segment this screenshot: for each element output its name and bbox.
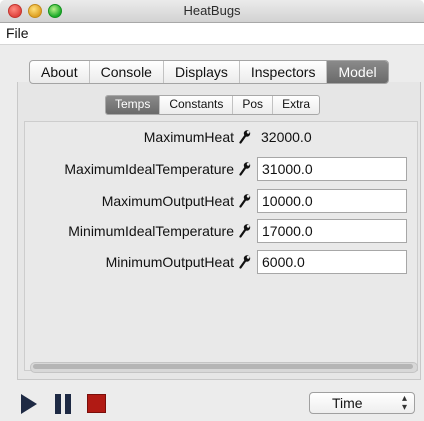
property-input[interactable] bbox=[257, 250, 407, 274]
tab-inspectors[interactable]: Inspectors bbox=[240, 61, 328, 83]
property-row-minimum-ideal-temperature: MinimumIdealTemperature bbox=[0, 219, 424, 245]
wrench-icon[interactable] bbox=[239, 224, 251, 238]
property-value: 32000.0 bbox=[261, 129, 312, 145]
title-bar[interactable]: HeatBugs bbox=[0, 0, 424, 23]
property-row-maximum-ideal-temperature: MaximumIdealTemperature bbox=[0, 157, 424, 183]
main-tabs: About Console Displays Inspectors Model bbox=[29, 60, 389, 84]
property-input[interactable] bbox=[257, 219, 407, 243]
sub-tabs: Temps Constants Pos Extra bbox=[105, 95, 321, 115]
property-label: MaximumHeat bbox=[143, 129, 234, 145]
tab-about[interactable]: About bbox=[30, 61, 90, 83]
property-label: MaximumIdealTemperature bbox=[64, 161, 234, 177]
menu-file[interactable]: File bbox=[6, 25, 29, 41]
window-title: HeatBugs bbox=[183, 3, 241, 18]
wrench-icon[interactable] bbox=[239, 255, 251, 269]
tab-console[interactable]: Console bbox=[90, 61, 164, 83]
heatbugs-window: HeatBugs File About Console Displays Ins… bbox=[0, 0, 424, 421]
subtab-pos[interactable]: Pos bbox=[233, 96, 274, 114]
wrench-icon[interactable] bbox=[239, 130, 251, 144]
wrench-icon[interactable] bbox=[239, 194, 251, 208]
property-input[interactable] bbox=[257, 189, 407, 213]
pause-icon[interactable] bbox=[55, 394, 71, 414]
property-row-maximum-output-heat: MaximumOutputHeat bbox=[0, 189, 424, 215]
tab-model[interactable]: Model bbox=[327, 61, 388, 83]
updown-arrows-icon: ▴ ▾ bbox=[401, 393, 407, 413]
property-input[interactable] bbox=[257, 157, 407, 181]
horizontal-scrollbar[interactable] bbox=[30, 362, 418, 373]
menu-bar: File bbox=[0, 23, 424, 45]
time-select-value: Time bbox=[332, 395, 363, 411]
property-row-maximum-heat: MaximumHeat 32000.0 bbox=[0, 125, 424, 151]
scrollbar-thumb[interactable] bbox=[33, 364, 413, 369]
subtab-temps[interactable]: Temps bbox=[106, 96, 161, 114]
property-label: MaximumOutputHeat bbox=[101, 193, 234, 209]
stop-icon[interactable] bbox=[87, 394, 106, 413]
subtab-extra[interactable]: Extra bbox=[273, 96, 319, 114]
pause-bar bbox=[65, 394, 71, 414]
play-icon[interactable] bbox=[21, 394, 37, 414]
tab-displays[interactable]: Displays bbox=[164, 61, 240, 83]
property-label: MinimumOutputHeat bbox=[105, 254, 234, 270]
property-label: MinimumIdealTemperature bbox=[68, 223, 234, 239]
pause-bar bbox=[55, 394, 61, 414]
wrench-icon[interactable] bbox=[239, 162, 251, 176]
subtab-constants[interactable]: Constants bbox=[160, 96, 234, 114]
property-row-minimum-output-heat: MinimumOutputHeat bbox=[0, 250, 424, 276]
time-select[interactable]: Time ▴ ▾ bbox=[309, 392, 415, 414]
